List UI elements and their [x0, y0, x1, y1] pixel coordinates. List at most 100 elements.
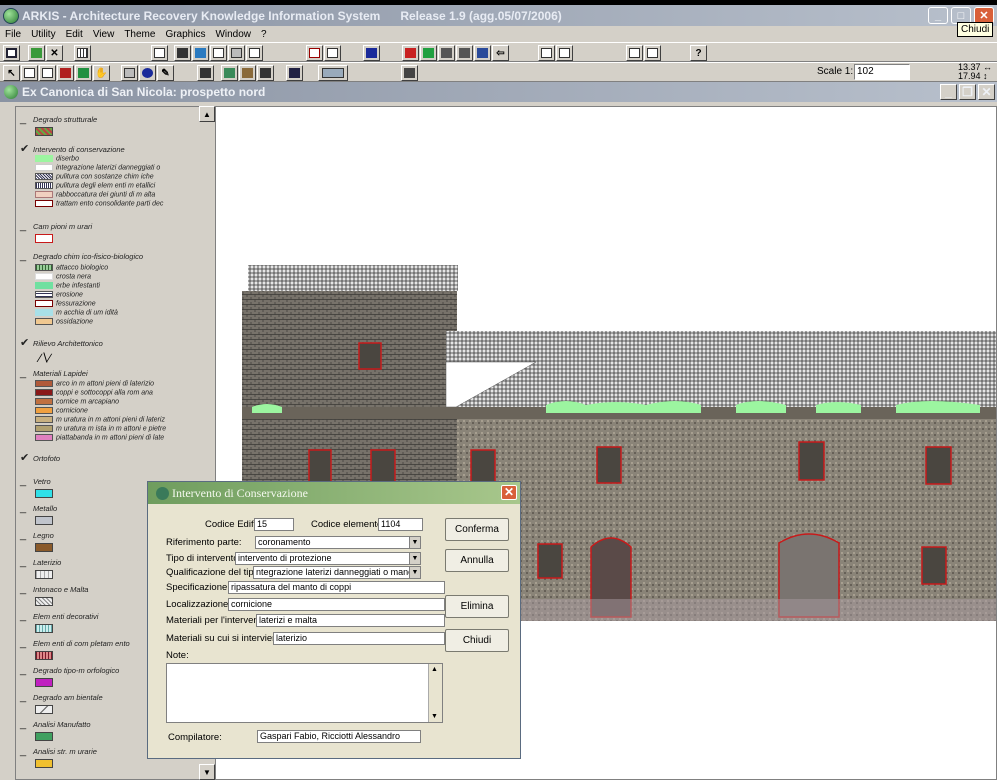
coord-y: 17.94	[958, 71, 981, 81]
doc-minimize-button[interactable]: _	[940, 84, 957, 100]
pan-hand-icon[interactable]: ✋	[93, 65, 110, 81]
checkbox-icon[interactable]	[306, 45, 323, 61]
scale-input[interactable]: 102	[854, 64, 910, 80]
compilatore-field[interactable]: Gaspari Fabio, Ricciotti Alessandro	[257, 730, 421, 743]
app-logo-icon	[3, 7, 19, 24]
page-icon[interactable]	[210, 45, 227, 61]
diserbo-area	[546, 401, 701, 413]
tipo-label: Tipo di intervento:	[166, 553, 242, 564]
copy-icon[interactable]	[626, 45, 643, 61]
menu-view[interactable]: View	[88, 29, 120, 40]
main-toolbar: ✕ ⇦ ?	[0, 42, 997, 62]
drawing-toolbar: ↖ ✋ ✎ Scale 1: 102 13.37 ↔ 17.94 ↕	[0, 62, 997, 82]
dialog-icon	[156, 486, 169, 500]
select-icon[interactable]	[474, 45, 491, 61]
edit-icon[interactable]	[438, 45, 455, 61]
edit2-icon[interactable]	[456, 45, 473, 61]
codice-edificio-field[interactable]: 15	[254, 518, 294, 531]
image-icon[interactable]	[401, 65, 418, 81]
riferimento-label: Riferimento parte:	[166, 537, 242, 548]
save-icon[interactable]	[3, 45, 20, 61]
menu-file[interactable]: File	[0, 29, 26, 40]
codice-elemento-field[interactable]: 1104	[378, 518, 423, 531]
doc-close-button[interactable]: ✕	[978, 84, 995, 100]
list-icon[interactable]	[246, 45, 263, 61]
chart-icon[interactable]	[239, 65, 256, 81]
map-icon[interactable]	[221, 65, 238, 81]
window-icon[interactable]	[556, 45, 573, 61]
uncheck-icon[interactable]	[324, 45, 341, 61]
chiudi-button[interactable]: Chiudi	[445, 629, 509, 652]
zoom-in-icon[interactable]	[39, 65, 56, 81]
table-icon[interactable]	[228, 45, 245, 61]
legend-toggle-icon[interactable]	[318, 65, 348, 81]
codice-elemento-label: Codice elemento:	[311, 519, 385, 530]
grid-icon[interactable]	[74, 45, 91, 61]
split-icon[interactable]	[538, 45, 555, 61]
zoom-region-icon[interactable]	[21, 65, 38, 81]
materiali-label: Materiali per l'intervento:	[166, 615, 270, 626]
note-textarea[interactable]: ▲ ▼	[166, 663, 443, 723]
cancel-icon[interactable]: ✕	[46, 45, 63, 61]
menu-help[interactable]: ?	[256, 29, 272, 40]
tower-roof	[248, 265, 458, 291]
check-icon[interactable]	[28, 45, 45, 61]
film-icon[interactable]	[257, 65, 274, 81]
document-title-bar: Ex Canonica di San Nicola: prospetto nor…	[0, 82, 997, 102]
specificazione-field[interactable]: ripassatura del manto di coppi	[228, 581, 445, 594]
layers-icon[interactable]	[192, 45, 209, 61]
qualificazione-select[interactable]: ntegrazione laterizi danneggiati o manca…	[253, 566, 421, 579]
pointer-icon[interactable]: ↖	[3, 65, 20, 81]
app-title: ARKIS - Architecture Recovery Knowledge …	[22, 8, 381, 23]
note-scroll-down-icon[interactable]: ▼	[431, 713, 438, 720]
note-label: Note:	[166, 650, 189, 661]
zoom-red-icon[interactable]	[57, 65, 74, 81]
minimize-button[interactable]: _	[928, 7, 948, 24]
legend-swatch	[35, 127, 53, 136]
text-icon[interactable]	[151, 45, 168, 61]
materiali-field[interactable]: laterizi e malta	[256, 614, 445, 627]
coordinates-readout: 13.37 ↔ 17.94 ↕	[958, 62, 993, 81]
zoom-green-icon[interactable]	[75, 65, 92, 81]
note-scroll-up-icon[interactable]: ▲	[431, 666, 438, 673]
menu-utility[interactable]: Utility	[26, 29, 60, 40]
document-title: Ex Canonica di San Nicola: prospetto nor…	[22, 85, 266, 99]
annulla-button[interactable]: Annulla	[445, 549, 509, 572]
qualificazione-label: Qualificazione del tipo:	[166, 567, 262, 578]
conferma-button[interactable]: Conferma	[445, 518, 509, 541]
doc-restore-button[interactable]: ❐	[959, 84, 976, 100]
blue-square-icon[interactable]	[363, 45, 380, 61]
menu-theme[interactable]: Theme	[119, 29, 160, 40]
calculator-icon[interactable]	[197, 65, 214, 81]
pencil-icon[interactable]: ✎	[157, 65, 174, 81]
materiali-su-field[interactable]: laterizio	[273, 632, 445, 645]
scroll-down-icon[interactable]: ▼	[199, 764, 215, 780]
line-symbol-icon: ∕∖∕	[39, 351, 51, 365]
green-box-icon[interactable]	[420, 45, 437, 61]
materiali-su-label: Materiali su cui si interviene:	[166, 633, 286, 644]
print-icon[interactable]	[121, 65, 138, 81]
elimina-button[interactable]: Elimina	[445, 595, 509, 618]
info-icon[interactable]	[139, 65, 156, 81]
menu-window[interactable]: Window	[210, 29, 256, 40]
release-label: Release 1.9 (agg.05/07/2006)	[400, 8, 562, 23]
localizzazione-label: Localizzazione:	[166, 599, 231, 610]
back-arrow-icon[interactable]: ⇦	[492, 45, 509, 61]
riferimento-select[interactable]: coronamento ▼	[255, 536, 421, 549]
legend-swatch	[35, 234, 53, 243]
menu-edit[interactable]: Edit	[61, 29, 88, 40]
main-wall	[457, 419, 996, 621]
binoculars-icon[interactable]	[174, 45, 191, 61]
paste-icon[interactable]	[644, 45, 661, 61]
localizzazione-field[interactable]: cornicione	[228, 598, 445, 611]
intervento-dialog: Intervento di Conservazione ✕ Codice Edi…	[147, 481, 521, 759]
help-pointer-icon[interactable]: ?	[690, 45, 707, 61]
dialog-close-button[interactable]: ✕	[501, 485, 517, 500]
scroll-up-icon[interactable]: ▲	[199, 106, 215, 122]
note-scrollbar[interactable]: ▲ ▼	[428, 664, 442, 722]
menu-graphics[interactable]: Graphics	[160, 29, 210, 40]
export-icon[interactable]	[286, 65, 303, 81]
tipo-select[interactable]: intervento di protezione ▼	[235, 552, 421, 565]
dialog-title: Intervento di Conservazione	[172, 485, 308, 500]
red-box-icon[interactable]	[402, 45, 419, 61]
